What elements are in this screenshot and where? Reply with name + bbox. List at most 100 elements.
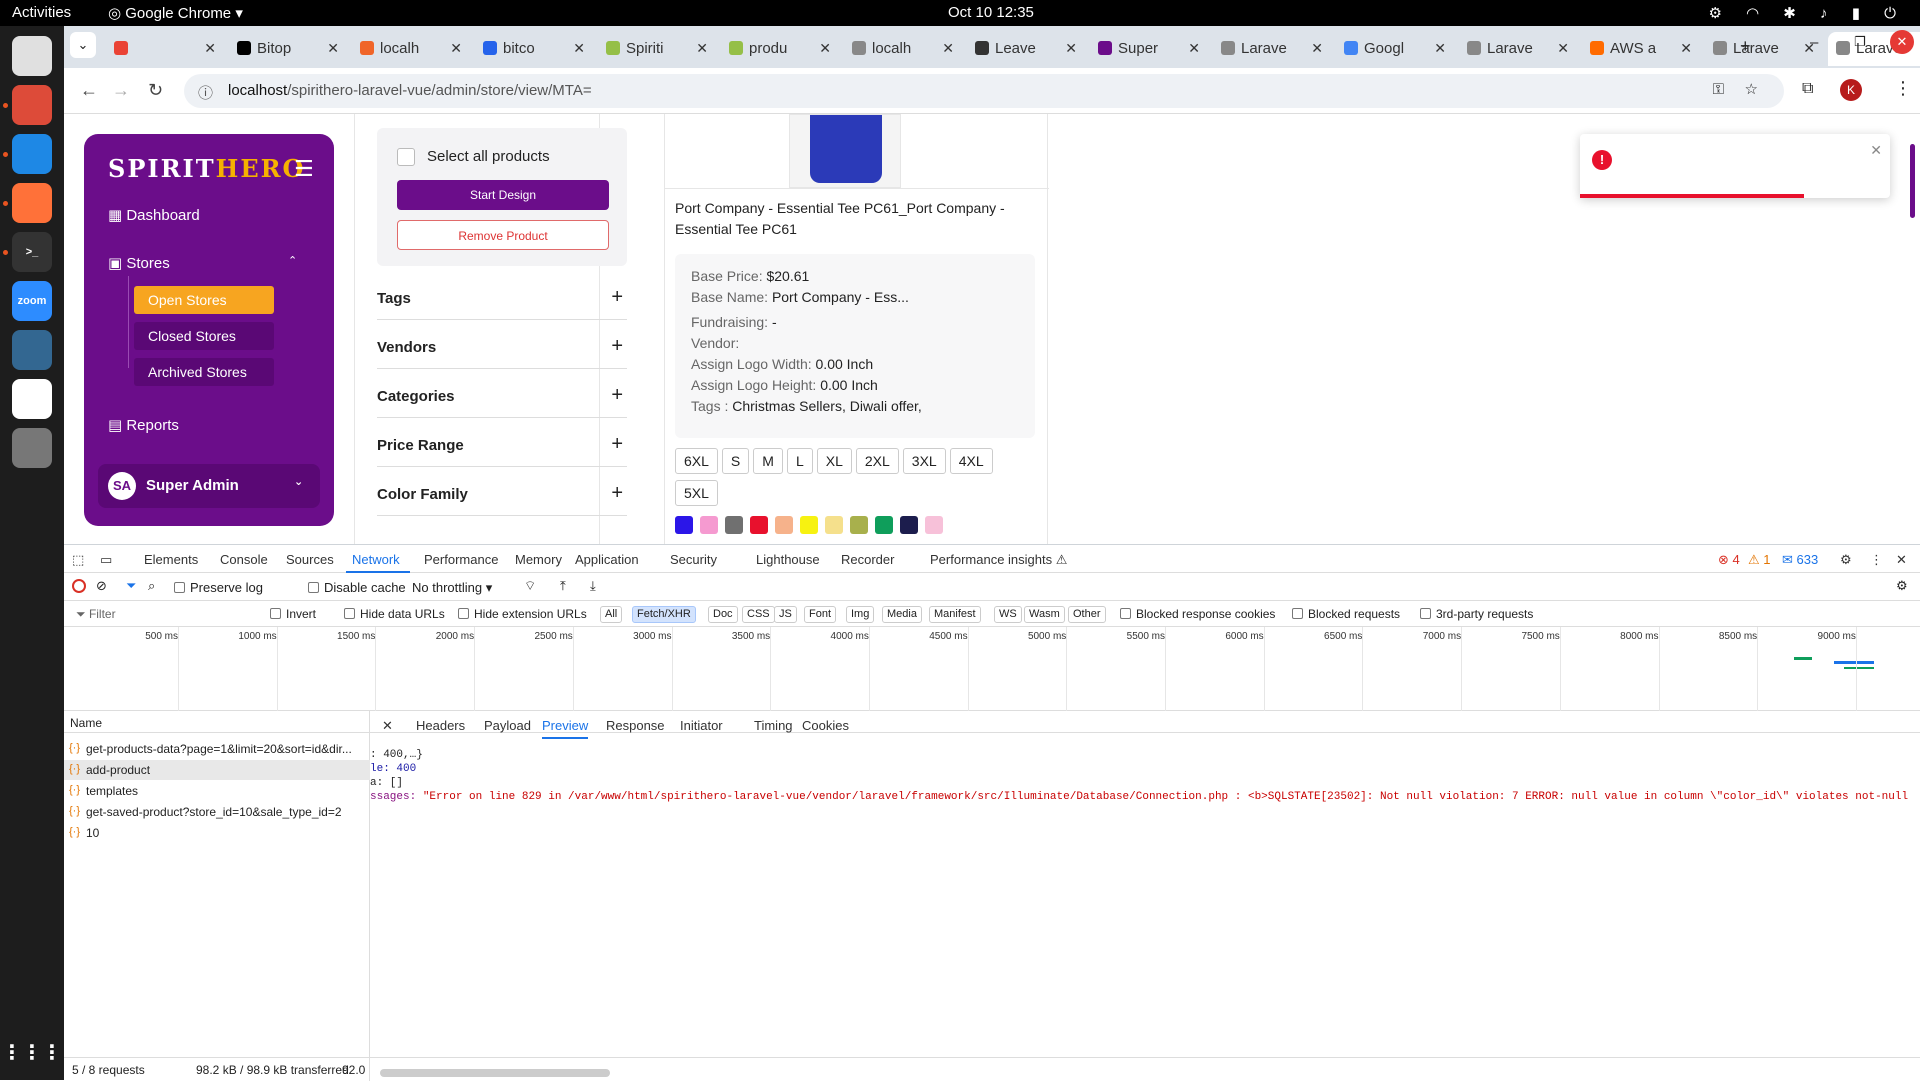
message-count[interactable]: ✉ 633 [1782, 552, 1818, 568]
network-settings-icon[interactable]: ⚙ [1896, 578, 1908, 594]
terminal-icon[interactable]: >_ [12, 232, 52, 272]
browser-tab[interactable]: ✕ [106, 32, 224, 66]
close-tab-icon[interactable]: ✕ [1311, 40, 1323, 57]
size-chip[interactable]: 5XL [675, 480, 718, 506]
browser-tab[interactable]: localh ✕ [352, 32, 470, 66]
size-chip[interactable]: 2XL [855, 448, 899, 474]
close-tab-icon[interactable]: ✕ [1188, 40, 1200, 57]
clear-icon[interactable]: ⊘ [96, 578, 107, 594]
close-tab-icon[interactable]: ✕ [204, 40, 216, 57]
browser-tab[interactable]: Larave ✕ [1213, 32, 1331, 66]
close-tab-icon[interactable]: ✕ [327, 40, 339, 57]
type-filter-other[interactable]: Other [1068, 606, 1106, 623]
slack-icon[interactable] [12, 379, 52, 419]
back-button[interactable]: ← [80, 80, 98, 101]
hide-data-urls-checkbox[interactable]: Hide data URLs [344, 607, 445, 621]
warning-count[interactable]: ⚠ 1 [1748, 552, 1771, 568]
third-party-checkbox[interactable]: 3rd-party requests [1420, 607, 1533, 621]
search-icon[interactable]: ⌕ [148, 578, 155, 594]
close-icon[interactable]: ✕ [1870, 142, 1882, 159]
name-column-header[interactable]: Name [64, 711, 370, 733]
reload-button[interactable]: ↻ [148, 80, 163, 101]
browser-tab[interactable]: Leave ✕ [967, 32, 1085, 66]
type-filter-css[interactable]: CSS [742, 606, 775, 623]
app-menu[interactable]: ◎ Google Chrome ▾ [108, 4, 243, 22]
site-info-icon[interactable]: ⓘ [198, 82, 213, 103]
close-tab-icon[interactable]: ✕ [696, 40, 708, 57]
browser-tab[interactable]: bitco ✕ [475, 32, 593, 66]
app-grid-icon[interactable]: ⋮⋮⋮ [2, 1032, 62, 1072]
type-filter-img[interactable]: Img [846, 606, 875, 623]
browser-tab[interactable]: localh ✕ [844, 32, 962, 66]
chrome-icon[interactable] [12, 85, 52, 125]
color-swatch[interactable] [725, 516, 743, 534]
devtools-tab-elements[interactable]: Elements [144, 552, 198, 567]
browser-tab[interactable]: Spiriti ✕ [598, 32, 716, 66]
device-toolbar-icon[interactable]: ▭ [100, 552, 112, 568]
type-filter-js[interactable]: JS [774, 606, 797, 623]
filter-tags[interactable]: Tags + [377, 280, 627, 320]
profile-avatar[interactable]: K [1840, 79, 1862, 101]
select-all-checkbox[interactable] [397, 148, 415, 166]
devtools-tab-application[interactable]: Application [575, 552, 639, 567]
nav-archived-stores[interactable]: Archived Stores [134, 358, 274, 386]
start-design-button[interactable]: Start Design [397, 180, 609, 210]
page-scrollbar[interactable] [1910, 144, 1915, 218]
color-swatch[interactable] [900, 516, 918, 534]
nav-stores[interactable]: ▣ Stores ⌃ [108, 254, 297, 272]
close-tab-icon[interactable]: ✕ [819, 40, 831, 57]
zoom-icon[interactable]: zoom [12, 281, 52, 321]
browser-tab[interactable]: Bitop ✕ [229, 32, 347, 66]
tab-search-button[interactable]: ⌄ [70, 32, 96, 58]
type-filter-ws[interactable]: WS [994, 606, 1022, 623]
settings-gear-icon[interactable]: ⚙ [1840, 552, 1852, 568]
devtools-tab-network[interactable]: Network [352, 552, 400, 567]
product-title[interactable]: Port Company - Essential Tee PC61_Port C… [675, 198, 1035, 240]
key-icon[interactable]: ⚿ [1713, 81, 1724, 98]
filter-price-range[interactable]: Price Range + [377, 427, 627, 467]
detail-tab-preview[interactable]: Preview [542, 718, 589, 739]
devtools-tab-memory[interactable]: Memory [515, 552, 562, 567]
extensions-icon[interactable]: ⧉ [1802, 80, 1813, 98]
type-filter-all[interactable]: All [600, 606, 623, 623]
hamburger-menu-icon[interactable]: ☰ [294, 156, 314, 182]
browser-tab[interactable]: produ ✕ [721, 32, 839, 66]
detail-tab-cookies[interactable]: Cookies [802, 718, 849, 733]
chrome-menu-icon[interactable]: ⋮ [1894, 78, 1912, 99]
error-count[interactable]: ⊗ 4 [1718, 552, 1740, 568]
detail-tab-payload[interactable]: Payload [484, 718, 531, 733]
preserve-log-checkbox[interactable]: Preserve log [174, 580, 263, 595]
request-row[interactable]: {·} get-products-data?page=1&limit=20&sor… [64, 739, 370, 759]
size-chip[interactable]: 4XL [949, 448, 993, 474]
record-icon[interactable] [72, 579, 86, 593]
minimize-button[interactable]: – [1810, 34, 1818, 51]
nav-reports[interactable]: ▤ Reports [108, 416, 179, 434]
remove-product-button[interactable]: Remove Product [397, 220, 609, 250]
request-row[interactable]: {·} get-saved-product?store_id=10&sale_ty… [64, 802, 370, 822]
filter-icon[interactable]: ⏷ [126, 578, 136, 594]
color-swatch[interactable] [700, 516, 718, 534]
clock[interactable]: Oct 10 12:35 [948, 4, 1034, 21]
close-devtools-icon[interactable]: ✕ [1896, 552, 1907, 568]
nav-dashboard[interactable]: ▦ Dashboard [108, 206, 200, 224]
more-icon[interactable]: ⋮ [1870, 552, 1883, 568]
detail-tab-response[interactable]: Response [606, 718, 665, 733]
size-chip[interactable]: 6XL [675, 448, 718, 474]
close-tab-icon[interactable]: ✕ [1434, 40, 1446, 57]
color-swatch[interactable] [850, 516, 868, 534]
devtools-tab-console[interactable]: Console [220, 552, 268, 567]
size-chip[interactable]: 3XL [902, 448, 946, 474]
size-chip[interactable]: M [753, 448, 783, 474]
detail-tab-timing[interactable]: Timing [754, 718, 793, 733]
upload-icon[interactable]: ⤒ [560, 578, 566, 594]
color-swatch[interactable] [875, 516, 893, 534]
postgres-icon[interactable] [12, 330, 52, 370]
type-filter-fetch-xhr[interactable]: Fetch/XHR [632, 606, 696, 623]
nav-open-stores[interactable]: Open Stores [134, 286, 274, 314]
size-chip[interactable]: L [786, 448, 813, 474]
nav-closed-stores[interactable]: Closed Stores [134, 322, 274, 350]
new-tab-button[interactable]: + [1740, 36, 1751, 57]
filter-vendors[interactable]: Vendors + [377, 329, 627, 369]
browser-tab[interactable]: AWS a ✕ [1582, 32, 1700, 66]
activities-button[interactable]: Activities [12, 4, 71, 21]
